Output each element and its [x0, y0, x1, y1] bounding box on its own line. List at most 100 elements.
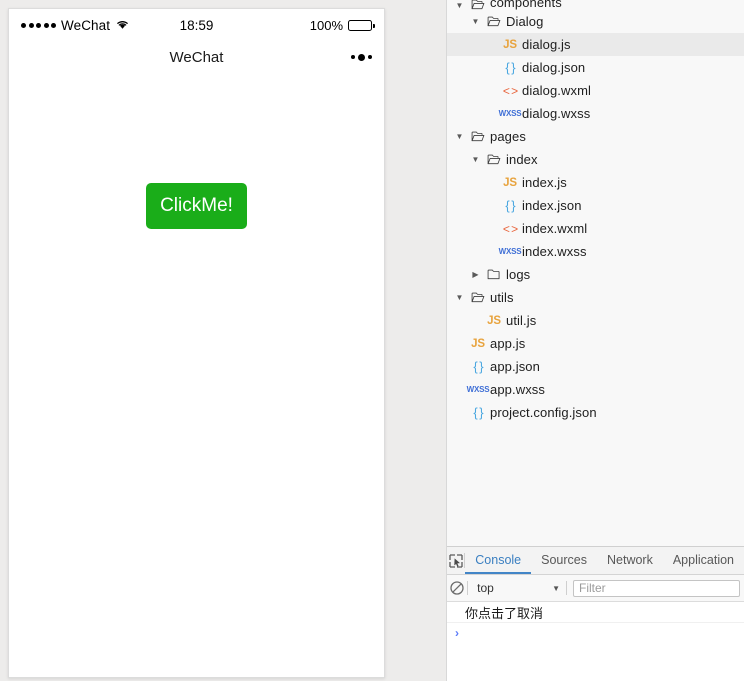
wxss-file-icon-slot: WXSS	[498, 109, 522, 118]
json-file-icon: { }	[473, 359, 483, 374]
more-dots-icon[interactable]	[351, 53, 372, 61]
tree-file-dialog-wxss[interactable]: WXSS dialog.wxss	[447, 102, 744, 125]
chevron-down-icon[interactable]	[469, 17, 482, 26]
tree-folder-dialog[interactable]: Dialog	[447, 10, 744, 33]
json-file-icon: { }	[505, 198, 515, 213]
js-file-icon-slot: JS	[498, 177, 522, 189]
chevron-down-icon[interactable]	[469, 155, 482, 164]
folder-open-icon	[482, 16, 506, 27]
tree-node-label: dialog.json	[522, 60, 586, 75]
tree-folder-utils[interactable]: utils	[447, 286, 744, 309]
json-file-icon: { }	[505, 60, 515, 75]
tab-sources[interactable]: Sources	[531, 547, 597, 574]
tree-folder-pages[interactable]: pages	[447, 125, 744, 148]
folder-open-icon	[466, 131, 490, 142]
console-filter-input[interactable]	[573, 579, 740, 597]
toolbar-divider-2	[566, 581, 567, 595]
tree-file-app-js[interactable]: JS app.js	[447, 332, 744, 355]
js-file-icon-slot: JS	[482, 315, 506, 327]
js-file-icon-slot: JS	[498, 39, 522, 51]
json-file-icon: { }	[473, 405, 483, 420]
tree-file-app-wxss[interactable]: WXSS app.wxss	[447, 378, 744, 401]
chevron-right-icon[interactable]	[469, 270, 482, 279]
folder-open-icon	[482, 154, 506, 165]
tree-node-label: logs	[506, 267, 531, 282]
devtools-tabbar: Console Sources Network Application	[447, 547, 744, 575]
chevron-down-icon[interactable]	[453, 1, 466, 10]
console-message: 你点击了取消	[447, 602, 744, 623]
click-me-button[interactable]: ClickMe!	[146, 183, 247, 229]
tree-node-label: util.js	[506, 313, 537, 328]
chevron-down-icon: ▼	[552, 583, 560, 593]
signal-dots-icon	[21, 22, 56, 28]
devtools-pane: components Dialog JS dialog.js { } dialog.jso…	[446, 0, 744, 681]
js-file-icon: JS	[487, 314, 501, 327]
tab-application[interactable]: Application	[663, 547, 744, 574]
tree-node-label: project.config.json	[490, 405, 597, 420]
tree-file-project-config-json[interactable]: { } project.config.json	[447, 401, 744, 424]
tree-node-label: components	[490, 0, 562, 10]
inspect-element-icon[interactable]	[447, 547, 464, 574]
tree-node-label: index.wxml	[522, 221, 588, 236]
tree-folder-index[interactable]: index	[447, 148, 744, 171]
tree-node-label: app.js	[490, 336, 526, 351]
file-tree[interactable]: components Dialog JS dialog.js { } dialog.jso…	[447, 0, 744, 546]
tree-file-util-js[interactable]: JS util.js	[447, 309, 744, 332]
wxss-file-icon: WXSS	[498, 109, 522, 118]
wxss-file-icon-slot: WXSS	[466, 385, 490, 394]
tab-network[interactable]: Network	[597, 547, 663, 574]
tree-node-label: index.wxss	[522, 244, 587, 259]
tree-node-label: dialog.wxss	[522, 106, 591, 121]
tree-node-label: dialog.wxml	[522, 83, 592, 98]
clear-console-icon[interactable]	[447, 581, 467, 595]
tree-folder-components[interactable]: components	[447, 0, 744, 10]
chevron-down-icon[interactable]	[453, 132, 466, 141]
tree-node-label: app.json	[490, 359, 540, 374]
console-context-label: top	[477, 581, 494, 595]
console-prompt[interactable]: ›	[447, 623, 744, 643]
js-file-icon-slot: JS	[466, 338, 490, 350]
js-file-icon: JS	[503, 38, 517, 51]
tree-file-dialog-json[interactable]: { } dialog.json	[447, 56, 744, 79]
tree-folder-logs[interactable]: logs	[447, 263, 744, 286]
battery-percent-label: 100%	[309, 17, 343, 33]
status-bar-right: 100%	[309, 17, 375, 33]
tree-file-index-wxml[interactable]: < > index.wxml	[447, 217, 744, 240]
wxml-file-icon-slot: < >	[498, 84, 522, 98]
chevron-down-icon[interactable]	[453, 293, 466, 302]
js-file-icon: JS	[471, 337, 485, 350]
tree-node-label: index.json	[522, 198, 582, 213]
tree-file-dialog-js[interactable]: JS dialog.js	[447, 33, 744, 56]
status-bar: WeChat 18:59 100%	[9, 9, 384, 41]
nav-bar: WeChat	[9, 41, 384, 73]
tree-node-label: index.js	[522, 175, 567, 190]
carrier-label: WeChat	[61, 17, 111, 33]
wxml-file-icon: < >	[502, 221, 518, 236]
console-context-select[interactable]: top ▼	[468, 581, 566, 595]
tree-node-label: dialog.js	[522, 37, 571, 52]
tree-file-dialog-wxml[interactable]: < > dialog.wxml	[447, 79, 744, 102]
folder-closed-icon	[482, 269, 506, 280]
tree-file-index-wxss[interactable]: WXSS index.wxss	[447, 240, 744, 263]
wxss-file-icon-slot: WXSS	[498, 247, 522, 256]
json-file-icon-slot: { }	[466, 359, 490, 374]
json-file-icon-slot: { }	[498, 60, 522, 75]
tree-file-index-json[interactable]: { } index.json	[447, 194, 744, 217]
tree-node-label: index	[506, 152, 538, 167]
json-file-icon-slot: { }	[498, 198, 522, 213]
tree-node-label: app.wxss	[490, 382, 545, 397]
tab-console[interactable]: Console	[465, 547, 532, 574]
wxml-file-icon: < >	[502, 83, 518, 98]
miniprogram-page-body: ClickMe!	[9, 73, 384, 677]
console-messages[interactable]: 你点击了取消 ›	[447, 602, 744, 681]
console-panel: ConsoleSourcesNetworkApplication top ▼ 你…	[447, 546, 744, 681]
tree-file-index-js[interactable]: JS index.js	[447, 171, 744, 194]
status-bar-left: WeChat	[21, 18, 129, 33]
wxss-file-icon: WXSS	[466, 385, 490, 394]
battery-full-icon	[348, 19, 375, 31]
tree-node-label: pages	[490, 129, 526, 144]
page-title: WeChat	[169, 48, 224, 66]
tree-node-label: Dialog	[506, 14, 544, 29]
tree-file-app-json[interactable]: { } app.json	[447, 355, 744, 378]
json-file-icon-slot: { }	[466, 405, 490, 420]
